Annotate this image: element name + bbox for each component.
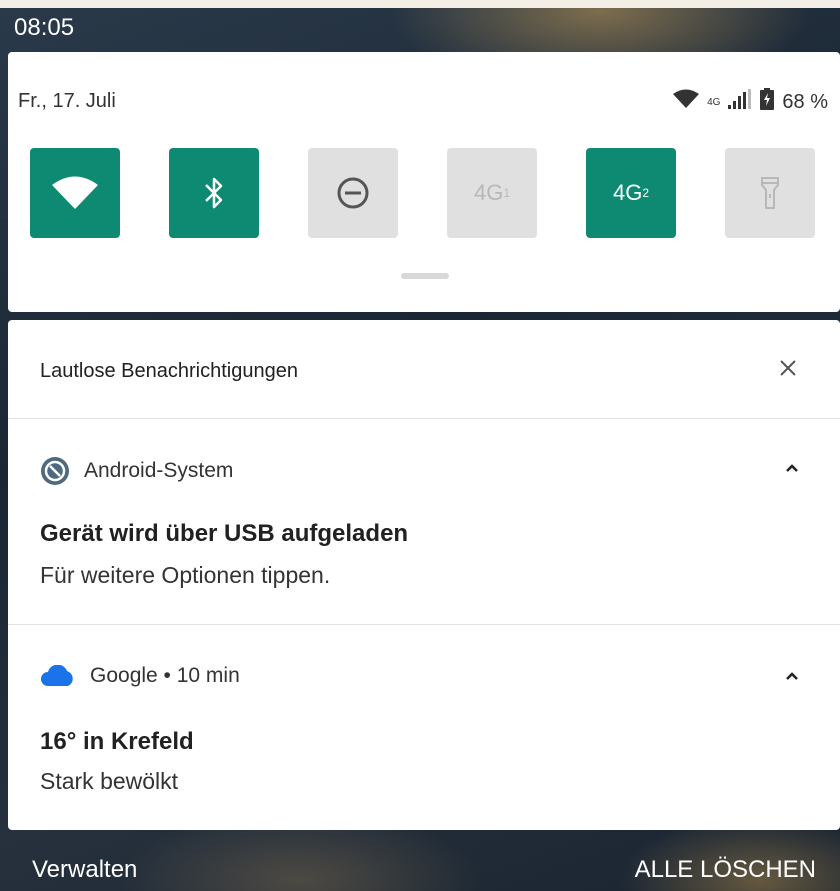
notification-title: 16° in Krefeld	[40, 728, 194, 755]
top-strip	[0, 0, 840, 8]
sim2-number: 2	[642, 186, 650, 200]
close-icon[interactable]	[776, 356, 800, 380]
bluetooth-icon	[205, 177, 223, 209]
quick-settings-tiles: 4G 1 4G 2	[30, 148, 815, 238]
cell-signal-icon	[728, 89, 752, 115]
sim2-label: 4G	[612, 180, 643, 205]
notification-app-name: Google • 10 min	[90, 664, 240, 687]
bluetooth-tile[interactable]	[169, 148, 259, 238]
sim1-label: 4G	[473, 180, 504, 205]
chevron-up-icon[interactable]	[784, 462, 800, 474]
cloud-icon	[41, 665, 73, 686]
wifi-icon	[52, 176, 98, 209]
status-icons: 4G 68 %	[673, 88, 828, 116]
silent-notifications-header: Lautlose Benachrichtigungen	[8, 320, 840, 419]
sim1-number: 1	[503, 186, 511, 200]
battery-charging-icon	[760, 88, 775, 116]
network-type-label: 4G	[707, 96, 721, 108]
date-label[interactable]: Fr., 17. Juli	[18, 90, 116, 113]
chevron-up-icon[interactable]	[784, 670, 800, 682]
notification-header: Google • 10 min	[40, 664, 240, 688]
status-bar-time: 08:05	[14, 14, 75, 41]
drag-handle[interactable]	[401, 273, 449, 279]
flashlight-icon	[761, 177, 779, 209]
quick-settings-panel: Fr., 17. Juli 4G 68 % 4G 1 4G 2	[8, 52, 840, 312]
wifi-tile[interactable]	[30, 148, 120, 238]
clear-all-button[interactable]: ALLE LÖSCHEN	[635, 856, 816, 884]
notification-text: Stark bewölkt	[40, 768, 179, 794]
notification-panel: Lautlose Benachrichtigungen Android-Syst…	[8, 320, 840, 830]
do-not-disturb-icon	[337, 177, 369, 209]
notification-android-system[interactable]: Android-System Gerät wird über USB aufge…	[8, 418, 840, 625]
notification-header: Android-System	[40, 456, 233, 486]
sim2-data-tile[interactable]: 4G 2	[586, 148, 676, 238]
notification-google-weather[interactable]: Google • 10 min 16° in Krefeld Stark bew…	[8, 626, 840, 830]
wifi-signal-icon	[673, 89, 700, 115]
notification-text: Für weitere Optionen tippen.	[40, 562, 331, 588]
do-not-disturb-tile[interactable]	[308, 148, 398, 238]
android-system-icon	[41, 457, 69, 485]
section-title: Lautlose Benachrichtigungen	[40, 360, 298, 382]
notification-app-name: Android-System	[84, 459, 234, 482]
manage-button[interactable]: Verwalten	[32, 856, 137, 884]
notification-title: Gerät wird über USB aufgeladen	[40, 520, 409, 547]
flashlight-tile[interactable]	[725, 148, 815, 238]
sim1-data-tile[interactable]: 4G 1	[447, 148, 537, 238]
battery-percent: 68 %	[782, 90, 828, 113]
